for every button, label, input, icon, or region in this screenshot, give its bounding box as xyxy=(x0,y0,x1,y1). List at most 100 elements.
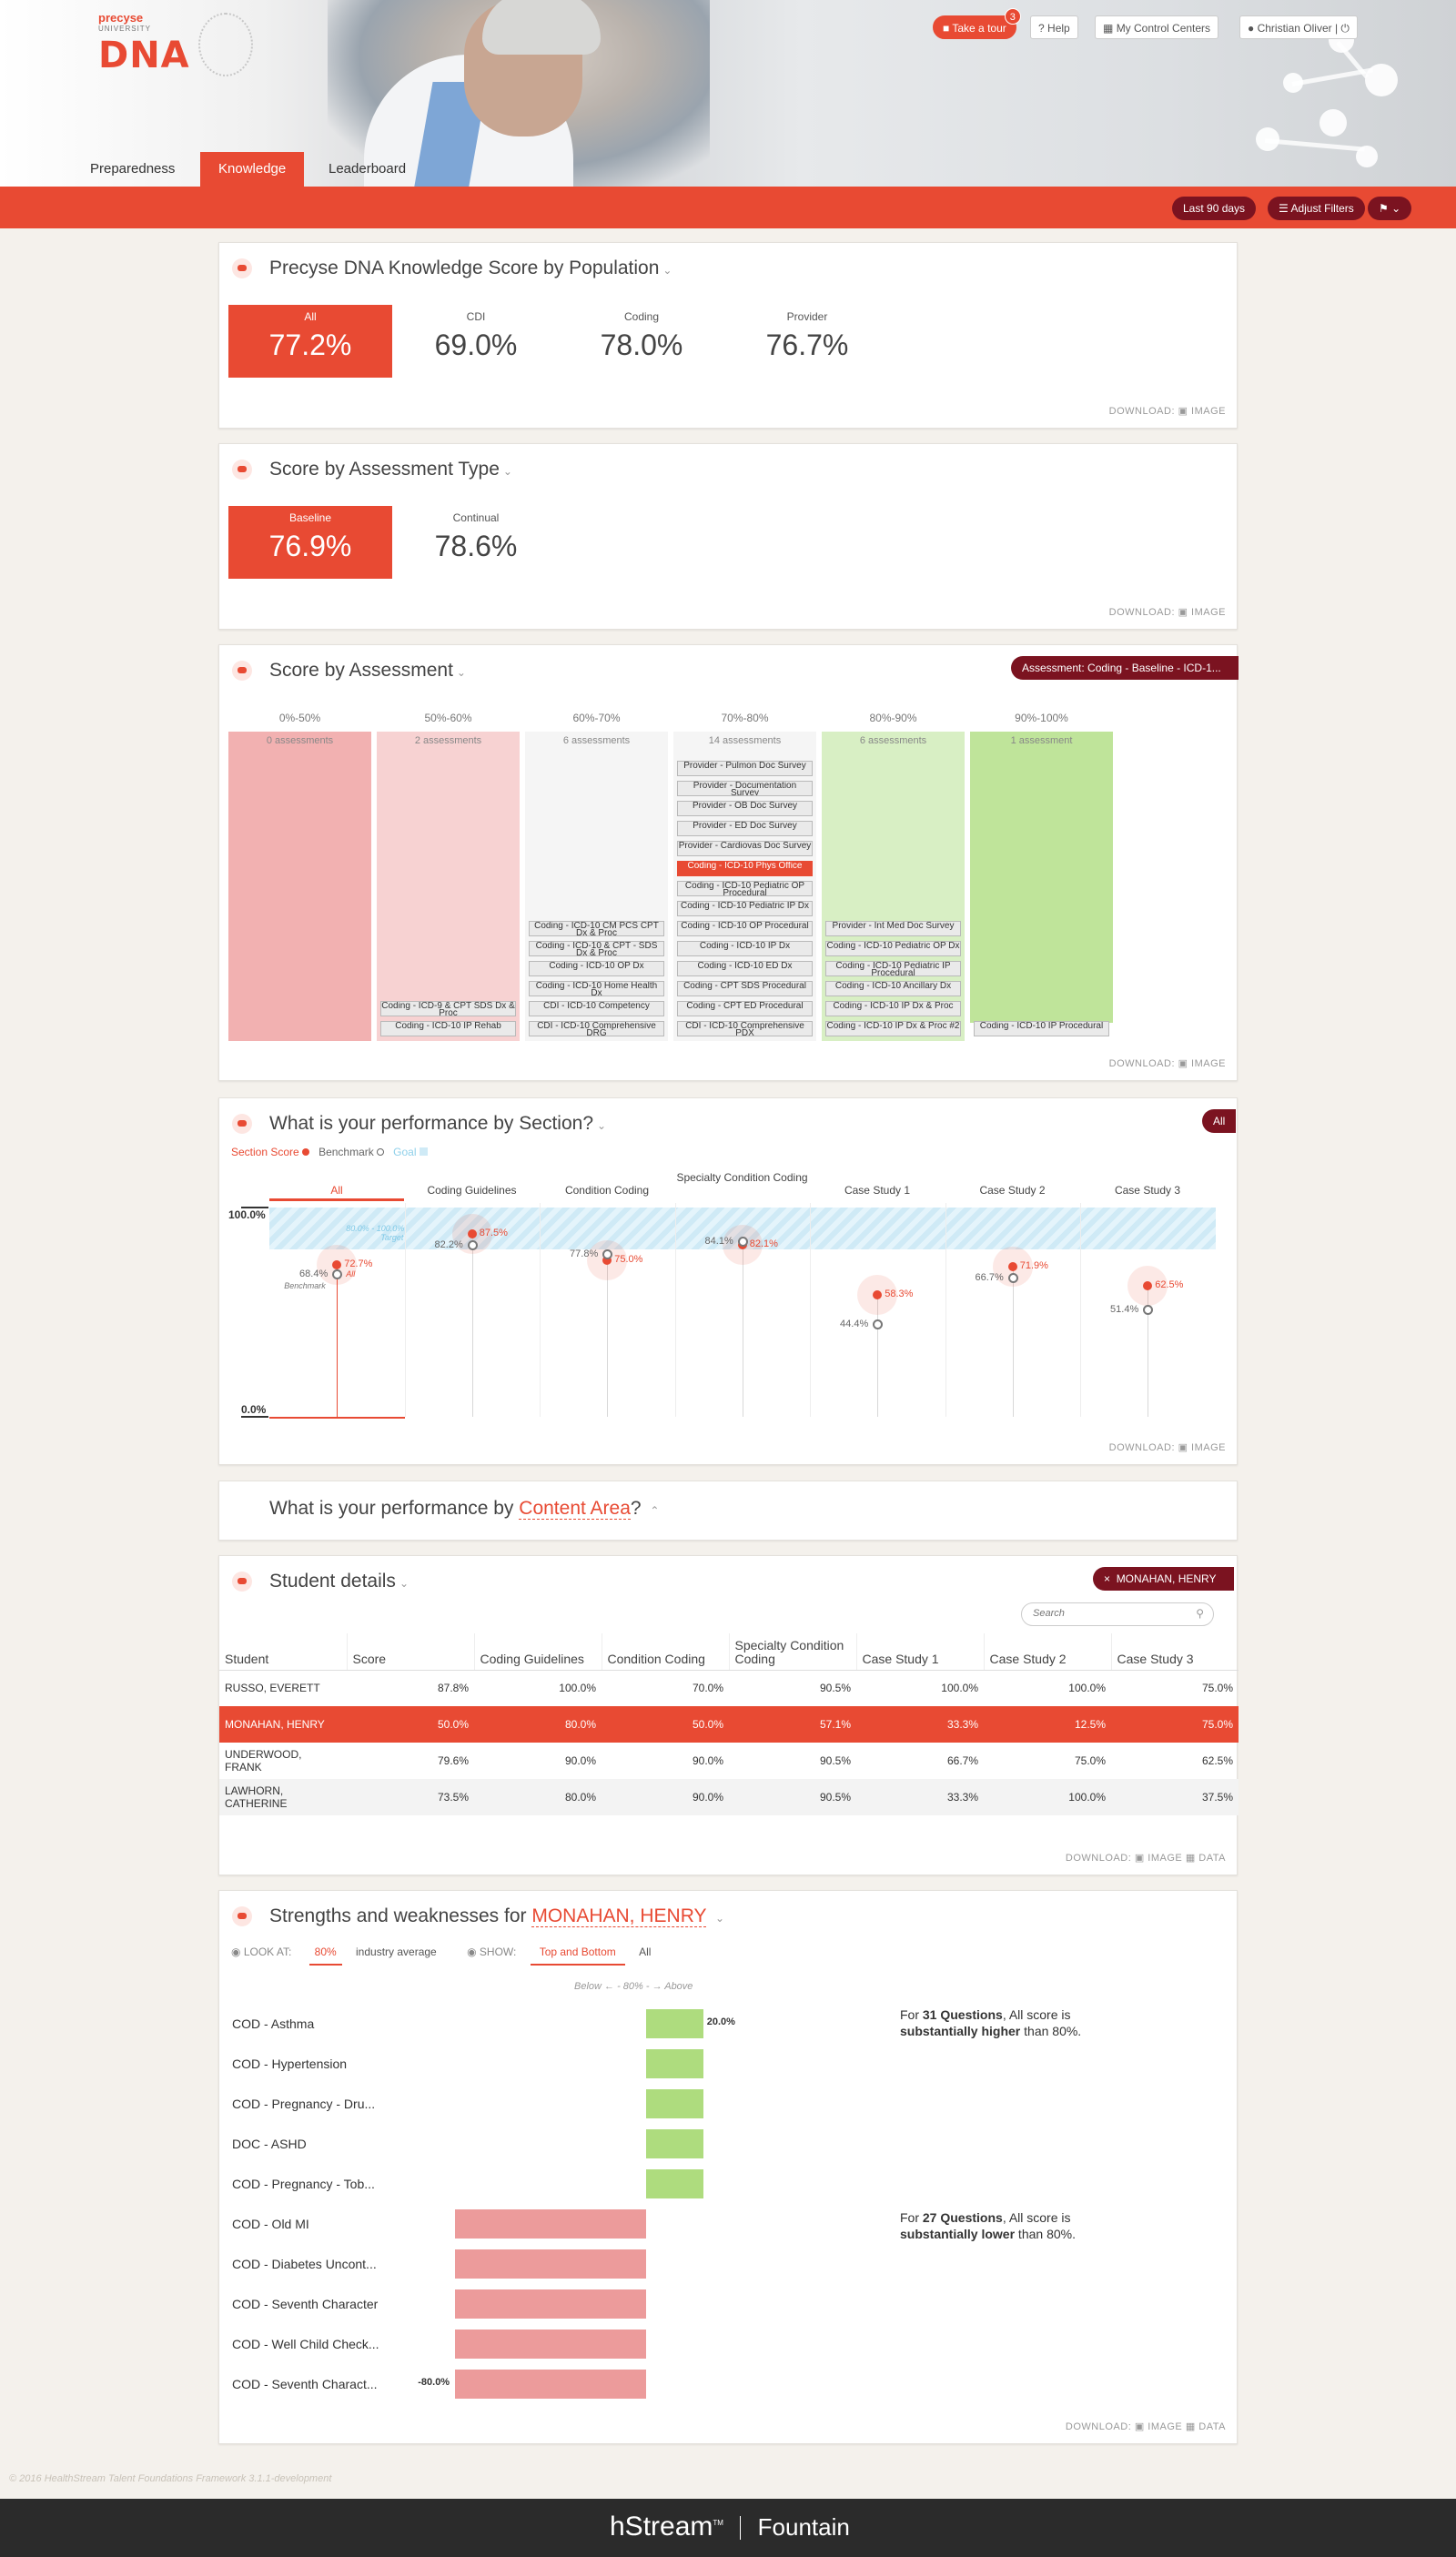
assessment-item[interactable]: Coding - ICD-10 IP Dx & Proc #2 xyxy=(825,1021,961,1036)
assessment-item[interactable]: Coding - ICD-10 Pediatric IP Dx xyxy=(677,901,813,916)
section-header[interactable]: Case Study 2 xyxy=(945,1184,1080,1197)
content-area-panel[interactable]: What is your performance by Content Area… xyxy=(218,1481,1238,1541)
table-row[interactable]: MONAHAN, HENRY 50.0% 80.0% 50.0% 57.1% 33.3% 1… xyxy=(219,1706,1239,1743)
section-header[interactable]: Coding Guidelines xyxy=(405,1184,540,1197)
close-icon[interactable]: × xyxy=(1104,1572,1110,1585)
column-header[interactable]: Specialty Condition Coding xyxy=(728,1633,856,1671)
benchmark-dot[interactable] xyxy=(737,1236,748,1247)
section-header[interactable]: All xyxy=(269,1184,404,1201)
weakness-bar[interactable] xyxy=(455,2370,646,2399)
assessment-item[interactable]: Provider - Pulmon Doc Survey xyxy=(677,761,813,776)
population-tile[interactable]: All 77.2% xyxy=(228,305,392,378)
assessment-item[interactable]: Coding - ICD-10 Pediatric OP Procedural xyxy=(677,881,813,896)
panel-title[interactable]: Student details ⌄ xyxy=(269,1571,409,1592)
assessment-item[interactable]: Coding - ICD-10 IP Procedural xyxy=(974,1021,1109,1036)
assessment-item[interactable]: Coding - ICD-10 & CPT - SDS Dx & Proc xyxy=(529,941,664,956)
column-header[interactable]: Case Study 3 xyxy=(1110,1633,1239,1671)
power-icon[interactable]: ⏻ xyxy=(1340,22,1350,35)
column-header[interactable]: Case Study 1 xyxy=(855,1633,984,1671)
assessment-item[interactable]: Coding - CPT SDS Procedural xyxy=(677,981,813,996)
score-bucket[interactable]: 90%-100% 1 assessment Coding - ICD-10 IP P… xyxy=(970,712,1113,1041)
score-bucket[interactable]: 80%-90% 6 assessments Provider - Int Med D… xyxy=(822,712,965,1041)
section-header[interactable]: Case Study 3 xyxy=(1080,1184,1215,1197)
section-score-dot[interactable] xyxy=(1007,1261,1017,1271)
assessment-item[interactable]: Coding - ICD-10 IP Dx xyxy=(677,941,813,956)
search-box[interactable]: ⚲ xyxy=(1021,1602,1214,1626)
section-filter-pill[interactable]: All xyxy=(1202,1109,1237,1133)
comment-icon[interactable] xyxy=(232,460,252,480)
weakness-bar[interactable] xyxy=(455,2249,646,2279)
panel-title[interactable]: Score by Assessment ⌄ xyxy=(269,660,466,682)
download-image-link[interactable]: IMAGE xyxy=(1148,2421,1182,2432)
score-bucket[interactable]: 60%-70% 6 assessments Coding - ICD-10 CM P… xyxy=(525,712,668,1041)
population-tile[interactable]: Baseline 76.9% xyxy=(228,506,392,579)
assessment-item[interactable]: Provider - Cardiovas Doc Survey xyxy=(677,841,813,856)
strength-row[interactable]: COD - Seventh Character xyxy=(232,2289,887,2319)
table-row[interactable]: LAWHORN, CATHERINE 73.5% 80.0% 90.0% 90.5% 33… xyxy=(219,1779,1239,1815)
section-header[interactable]: Condition Coding xyxy=(540,1184,674,1197)
assessment-item[interactable]: Coding - ICD-10 Phys Office xyxy=(677,861,813,876)
panel-title[interactable]: What is your performance by Section? ⌄ xyxy=(269,1113,606,1135)
bookmark-button[interactable]: ⚑ ⌄ xyxy=(1368,197,1412,220)
population-tile[interactable]: CDI 69.0% xyxy=(394,305,558,378)
population-tile[interactable]: Continual 78.6% xyxy=(394,506,558,579)
strength-row[interactable]: COD - Pregnancy - Tob... xyxy=(232,2169,887,2198)
panel-title[interactable]: Score by Assessment Type ⌄ xyxy=(269,459,512,480)
panel-title[interactable]: What is your performance by Content Area… xyxy=(269,1498,659,1520)
student-filter-pill[interactable]: × MONAHAN, HENRY xyxy=(1093,1567,1235,1591)
assessment-item[interactable]: CDI - ICD-10 Competency xyxy=(529,1001,664,1016)
panel-title[interactable]: Strengths and weaknesses for MONAHAN, HE… xyxy=(269,1905,724,1927)
search-input[interactable] xyxy=(1033,1608,1178,1619)
download-image-link[interactable]: IMAGE xyxy=(1191,1442,1226,1453)
strength-bar[interactable] xyxy=(646,2009,703,2038)
benchmark-dot[interactable] xyxy=(332,1268,343,1279)
comment-icon[interactable] xyxy=(232,1906,252,1926)
student-name-link[interactable]: MONAHAN, HENRY xyxy=(531,1905,707,1927)
take-a-tour-button[interactable]: ■ Take a tour 3 xyxy=(933,8,1021,39)
assessment-item[interactable]: Coding - ICD-10 ED Dx xyxy=(677,961,813,976)
column-header[interactable]: Case Study 2 xyxy=(983,1633,1111,1671)
content-area-link[interactable]: Content Area xyxy=(519,1498,631,1520)
column-header[interactable]: Coding Guidelines xyxy=(473,1633,602,1671)
comment-icon[interactable] xyxy=(232,1114,252,1134)
show-all-option[interactable]: All xyxy=(633,1946,656,1964)
panel-title[interactable]: Precyse DNA Knowledge Score by Populatio… xyxy=(269,258,672,279)
assessment-item[interactable]: Coding - ICD-10 Home Health Dx xyxy=(529,981,664,996)
tab-knowledge[interactable]: Knowledge xyxy=(200,152,305,187)
download-image-link[interactable]: IMAGE xyxy=(1191,1058,1226,1069)
strength-row[interactable]: COD - Seventh Charact... -80.0% xyxy=(232,2370,887,2399)
control-centers-button[interactable]: ▦ My Control Centers xyxy=(1095,15,1219,39)
assessment-item[interactable]: Coding - ICD-10 Pediatric IP Procedural xyxy=(825,961,961,976)
column-header[interactable]: Condition Coding xyxy=(601,1633,729,1671)
assessment-item[interactable]: Coding - ICD-10 CM PCS CPT Dx & Proc xyxy=(529,921,664,936)
comment-icon[interactable] xyxy=(232,1572,252,1592)
strength-row[interactable]: COD - Diabetes Uncont... xyxy=(232,2249,887,2279)
strength-row[interactable]: COD - Pregnancy - Dru... xyxy=(232,2089,887,2118)
assessment-item[interactable]: Coding - ICD-9 & CPT SDS Dx & Proc xyxy=(380,1001,516,1016)
date-range-pill[interactable]: Last 90 days xyxy=(1172,197,1257,220)
download-image-link[interactable]: IMAGE xyxy=(1191,406,1226,417)
assessment-item[interactable]: Provider - ED Doc Survey xyxy=(677,821,813,836)
adjust-filters-button[interactable]: ☰ Adjust Filters xyxy=(1268,197,1365,220)
strength-row[interactable]: DOC - ASHD xyxy=(232,2129,887,2158)
assessment-item[interactable]: CDI - ICD-10 Comprehensive PDX xyxy=(677,1021,813,1036)
precyse-dna-logo[interactable]: precyse UNIVERSITY DNA xyxy=(98,11,253,84)
comment-icon[interactable] xyxy=(232,661,252,681)
benchmark-dot[interactable] xyxy=(873,1319,884,1329)
help-button[interactable]: ? Help xyxy=(1030,15,1078,39)
assessment-item[interactable]: CDI - ICD-10 Comprehensive DRG xyxy=(529,1021,664,1036)
population-tile[interactable]: Provider 76.7% xyxy=(725,305,889,378)
population-tile[interactable]: Coding 78.0% xyxy=(560,305,723,378)
assessment-item[interactable]: Coding - ICD-10 IP Rehab xyxy=(380,1021,516,1036)
section-header[interactable]: Case Study 1 xyxy=(810,1184,945,1197)
assessment-item[interactable]: Coding - ICD-10 OP Procedural xyxy=(677,921,813,936)
column-header[interactable]: Score xyxy=(346,1633,474,1671)
look-industry-option[interactable]: industry average xyxy=(350,1946,442,1964)
assessment-item[interactable]: Provider - OB Doc Survey xyxy=(677,801,813,816)
strength-bar[interactable] xyxy=(646,2129,703,2158)
column-header[interactable]: Student xyxy=(219,1633,347,1671)
tab-leaderboard[interactable]: Leaderboard xyxy=(310,152,424,187)
table-row[interactable]: UNDERWOOD, FRANK 79.6% 90.0% 90.0% 90.5% 66.7… xyxy=(219,1743,1239,1779)
download-data-link[interactable]: DATA xyxy=(1198,1853,1226,1864)
download-image-link[interactable]: IMAGE xyxy=(1148,1853,1182,1864)
